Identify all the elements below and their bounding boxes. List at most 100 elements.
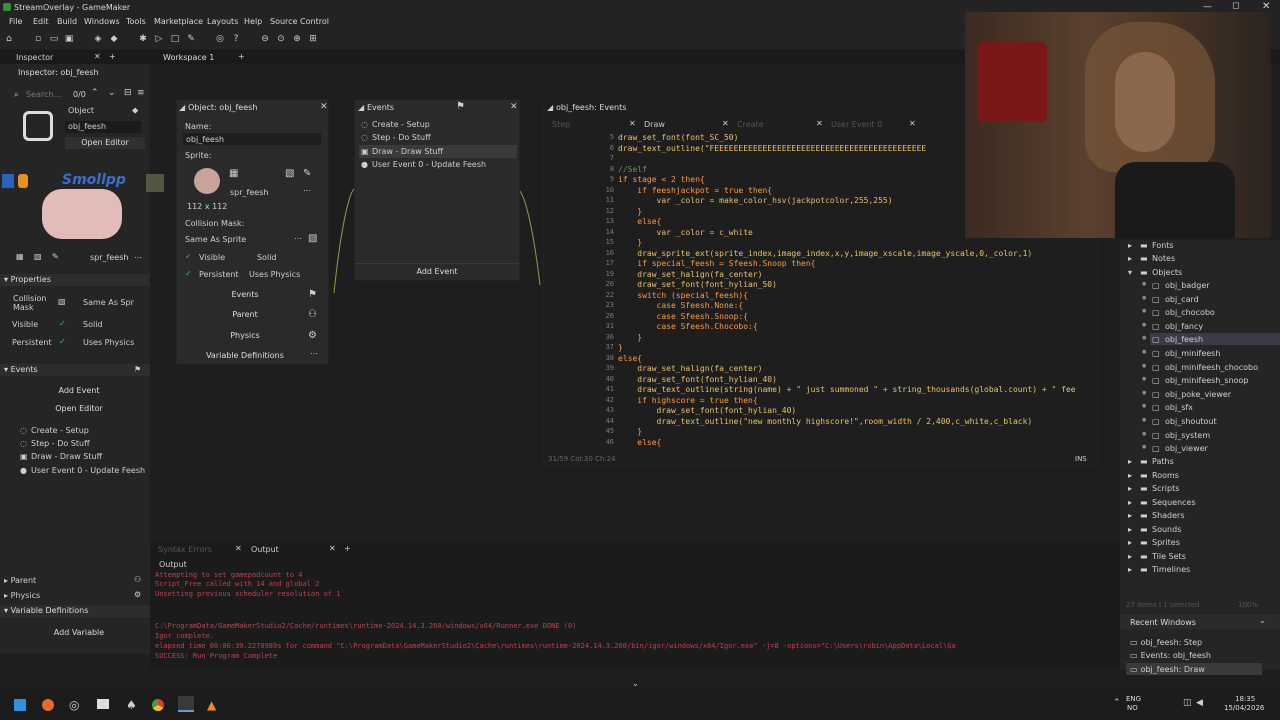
object-name-field[interactable]: obj_feesh <box>183 133 321 145</box>
code-line[interactable]: draw_set_halign(fa_center) <box>618 364 762 373</box>
code-line[interactable]: else{ <box>618 217 661 226</box>
physics-button[interactable]: Physics <box>207 331 283 340</box>
chrome-icon[interactable] <box>152 699 164 711</box>
code-line[interactable]: var _color = c_white <box>618 228 753 237</box>
menu-source-control[interactable]: Source Control <box>270 17 329 26</box>
folder-item[interactable]: Tile Sets <box>1152 552 1186 561</box>
tab-output[interactable]: Output <box>251 545 279 554</box>
physics-icon[interactable]: ⚙ <box>134 590 141 599</box>
network-icon[interactable]: ◫ <box>1183 698 1192 708</box>
windows-start-icon[interactable] <box>14 699 26 711</box>
add-tab-icon[interactable]: + <box>109 52 116 61</box>
events-button[interactable]: Events <box>207 290 283 299</box>
maximize-icon[interactable]: ◻ <box>1232 1 1239 11</box>
keyboard-layout[interactable]: NO <box>1127 704 1138 712</box>
gamemaker-icon[interactable] <box>178 696 194 712</box>
tab-syntax-errors[interactable]: Syntax Errors <box>158 545 212 554</box>
add-variable-button[interactable]: Add Variable <box>40 628 118 637</box>
object-asset-item[interactable]: obj_viewer <box>1165 444 1208 453</box>
collision-mask-value[interactable]: Same As Spr <box>83 298 134 307</box>
object-asset-item[interactable]: obj_card <box>1165 295 1199 304</box>
event-item[interactable]: ▣ Draw - Draw Stuff <box>20 452 102 461</box>
sprite-icon[interactable]: ▦ <box>16 252 24 261</box>
code-line[interactable]: else{ <box>618 438 661 447</box>
chevron-up-icon[interactable]: ⌃ <box>91 88 99 98</box>
object-asset-item[interactable]: obj_shoutout <box>1165 417 1217 426</box>
open-editor-button[interactable]: Open Editor <box>65 137 145 149</box>
object-asset-item[interactable]: obj_feesh <box>1165 335 1203 344</box>
zoom-in-icon[interactable]: ⊕ <box>292 34 302 44</box>
tag-icon[interactable]: ⬥ <box>132 106 138 116</box>
recent-item[interactable]: ▭ Events: obj_feesh <box>1130 651 1211 660</box>
code-line[interactable]: draw_text_outline("new monthly highscore… <box>618 417 1033 426</box>
edit-sprite-icon[interactable]: ▧ <box>34 252 42 261</box>
sprite-thumbnail[interactable] <box>194 168 220 194</box>
lock-icon[interactable]: ⊟ <box>124 88 132 98</box>
close-icon[interactable]: ✕ <box>629 119 636 128</box>
search-icon[interactable]: ⌕ <box>14 90 18 100</box>
menu-layouts[interactable]: Layouts <box>207 17 238 26</box>
code-line[interactable]: } <box>618 427 642 436</box>
menu-help[interactable]: Help <box>244 17 262 26</box>
close-icon[interactable]: ✕ <box>1262 1 1270 12</box>
object-asset-item[interactable]: obj_badger <box>1165 281 1210 290</box>
properties-header[interactable]: ▾ Properties <box>0 274 150 286</box>
sprite-menu-icon[interactable]: ⋯ <box>303 186 311 195</box>
code-line[interactable]: draw_text_outline("FEEEEEEEEEEEEEEEEEEEE… <box>618 144 926 153</box>
new-file-icon[interactable]: ▫ <box>33 34 43 44</box>
recent-item[interactable]: ▭ obj_feesh: Step <box>1130 638 1202 647</box>
open-file-icon[interactable]: ▭ <box>49 34 59 44</box>
code-line[interactable]: } <box>618 207 642 216</box>
add-event-button[interactable]: Add Event <box>395 267 479 276</box>
code-line[interactable]: draw_set_font(font_hylian_50) <box>618 280 777 289</box>
folder-item[interactable]: Scripts <box>1152 484 1179 493</box>
object-name-field[interactable]: obj_feesh <box>65 121 141 133</box>
event-item[interactable]: ◌ Create - Setup <box>20 426 89 435</box>
code-line[interactable]: } <box>618 333 642 342</box>
obs-icon[interactable]: ♠ <box>126 698 137 712</box>
minimize-icon[interactable]: — <box>1203 2 1212 12</box>
code-line[interactable]: if special_feesh = Sfeesh.Snoop then{ <box>618 259 815 268</box>
flag-icon[interactable]: ⚑ <box>456 101 465 112</box>
menu-edit[interactable]: Edit <box>33 17 49 26</box>
add-event-button[interactable]: Add Event <box>40 386 118 395</box>
visible-checkbox[interactable]: ✓ <box>59 319 66 328</box>
menu-marketplace[interactable]: Marketplace <box>154 17 203 26</box>
close-icon[interactable]: ✕ <box>510 102 518 112</box>
close-icon[interactable]: ✕ <box>909 119 916 128</box>
folder-fonts[interactable]: Fonts <box>1152 241 1174 250</box>
code-line[interactable]: if highscore = true then{ <box>618 396 757 405</box>
vardefs-menu-icon[interactable]: ⋯ <box>310 349 318 358</box>
code-line[interactable]: draw_set_font(font_SC_50) <box>618 133 738 142</box>
event-item[interactable]: ◌ Step - Do Stuff <box>20 439 90 448</box>
tab-step[interactable]: Step <box>552 120 570 129</box>
clean-icon[interactable]: ✎ <box>186 34 196 44</box>
vlc-icon[interactable]: ▲ <box>207 698 216 712</box>
tab-workspace[interactable]: Workspace 1 <box>163 53 214 62</box>
open-editor-button[interactable]: Open Editor <box>40 404 118 413</box>
sprite-edit-icon[interactable]: ▧ <box>285 168 294 179</box>
object-asset-item[interactable]: obj_poke_viewer <box>1165 390 1231 399</box>
code-line[interactable]: case Sfeesh.None:{ <box>618 301 744 310</box>
menu-windows[interactable]: Windows <box>84 17 120 26</box>
code-line[interactable]: case Sfeesh.Chocobo:{ <box>618 322 758 331</box>
firefox-icon[interactable] <box>42 699 54 711</box>
close-icon[interactable]: ✕ <box>94 52 101 61</box>
code-line[interactable]: var _color = make_color_hsv(jackpotcolor… <box>618 196 893 205</box>
close-icon[interactable]: ✕ <box>320 102 328 112</box>
folder-item[interactable]: Shaders <box>1152 511 1185 520</box>
collapse-icon[interactable]: ⌄ <box>632 679 639 688</box>
object-asset-item[interactable]: obj_minifeesh_chocobo <box>1165 363 1258 372</box>
debug-icon[interactable]: ✱ <box>138 34 148 44</box>
code-line[interactable]: case Sfeesh.Snoop:{ <box>618 312 749 321</box>
parent-header[interactable]: ▸ Parent <box>0 575 150 587</box>
terminal-icon[interactable] <box>97 699 109 709</box>
events-header[interactable]: ▾ Events <box>0 364 150 376</box>
folder-item[interactable]: Timelines <box>1152 565 1190 574</box>
collision-edit-icon[interactable]: ▧ <box>308 233 317 244</box>
object-asset-item[interactable]: obj_fancy <box>1165 322 1203 331</box>
close-icon[interactable]: ✕ <box>329 544 336 553</box>
event-item[interactable]: ◌ Create - Setup <box>361 120 430 129</box>
grid-icon[interactable]: ⊞ <box>308 34 318 44</box>
search-input[interactable]: Search... <box>26 90 61 99</box>
